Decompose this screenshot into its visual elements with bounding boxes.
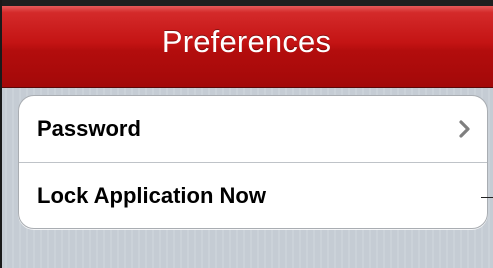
password-row[interactable]: Password [19, 96, 487, 162]
settings-list: Password Lock Application Now [18, 95, 488, 229]
page-title: Preferences [161, 23, 332, 59]
chevron-right-icon [459, 120, 470, 138]
edge-divider [481, 197, 493, 198]
navigation-bar: Preferences [0, 0, 493, 88]
lock-application-now-row[interactable]: Lock Application Now [19, 162, 487, 228]
password-label: Password [37, 116, 141, 141]
lock-application-now-label: Lock Application Now [37, 182, 266, 208]
